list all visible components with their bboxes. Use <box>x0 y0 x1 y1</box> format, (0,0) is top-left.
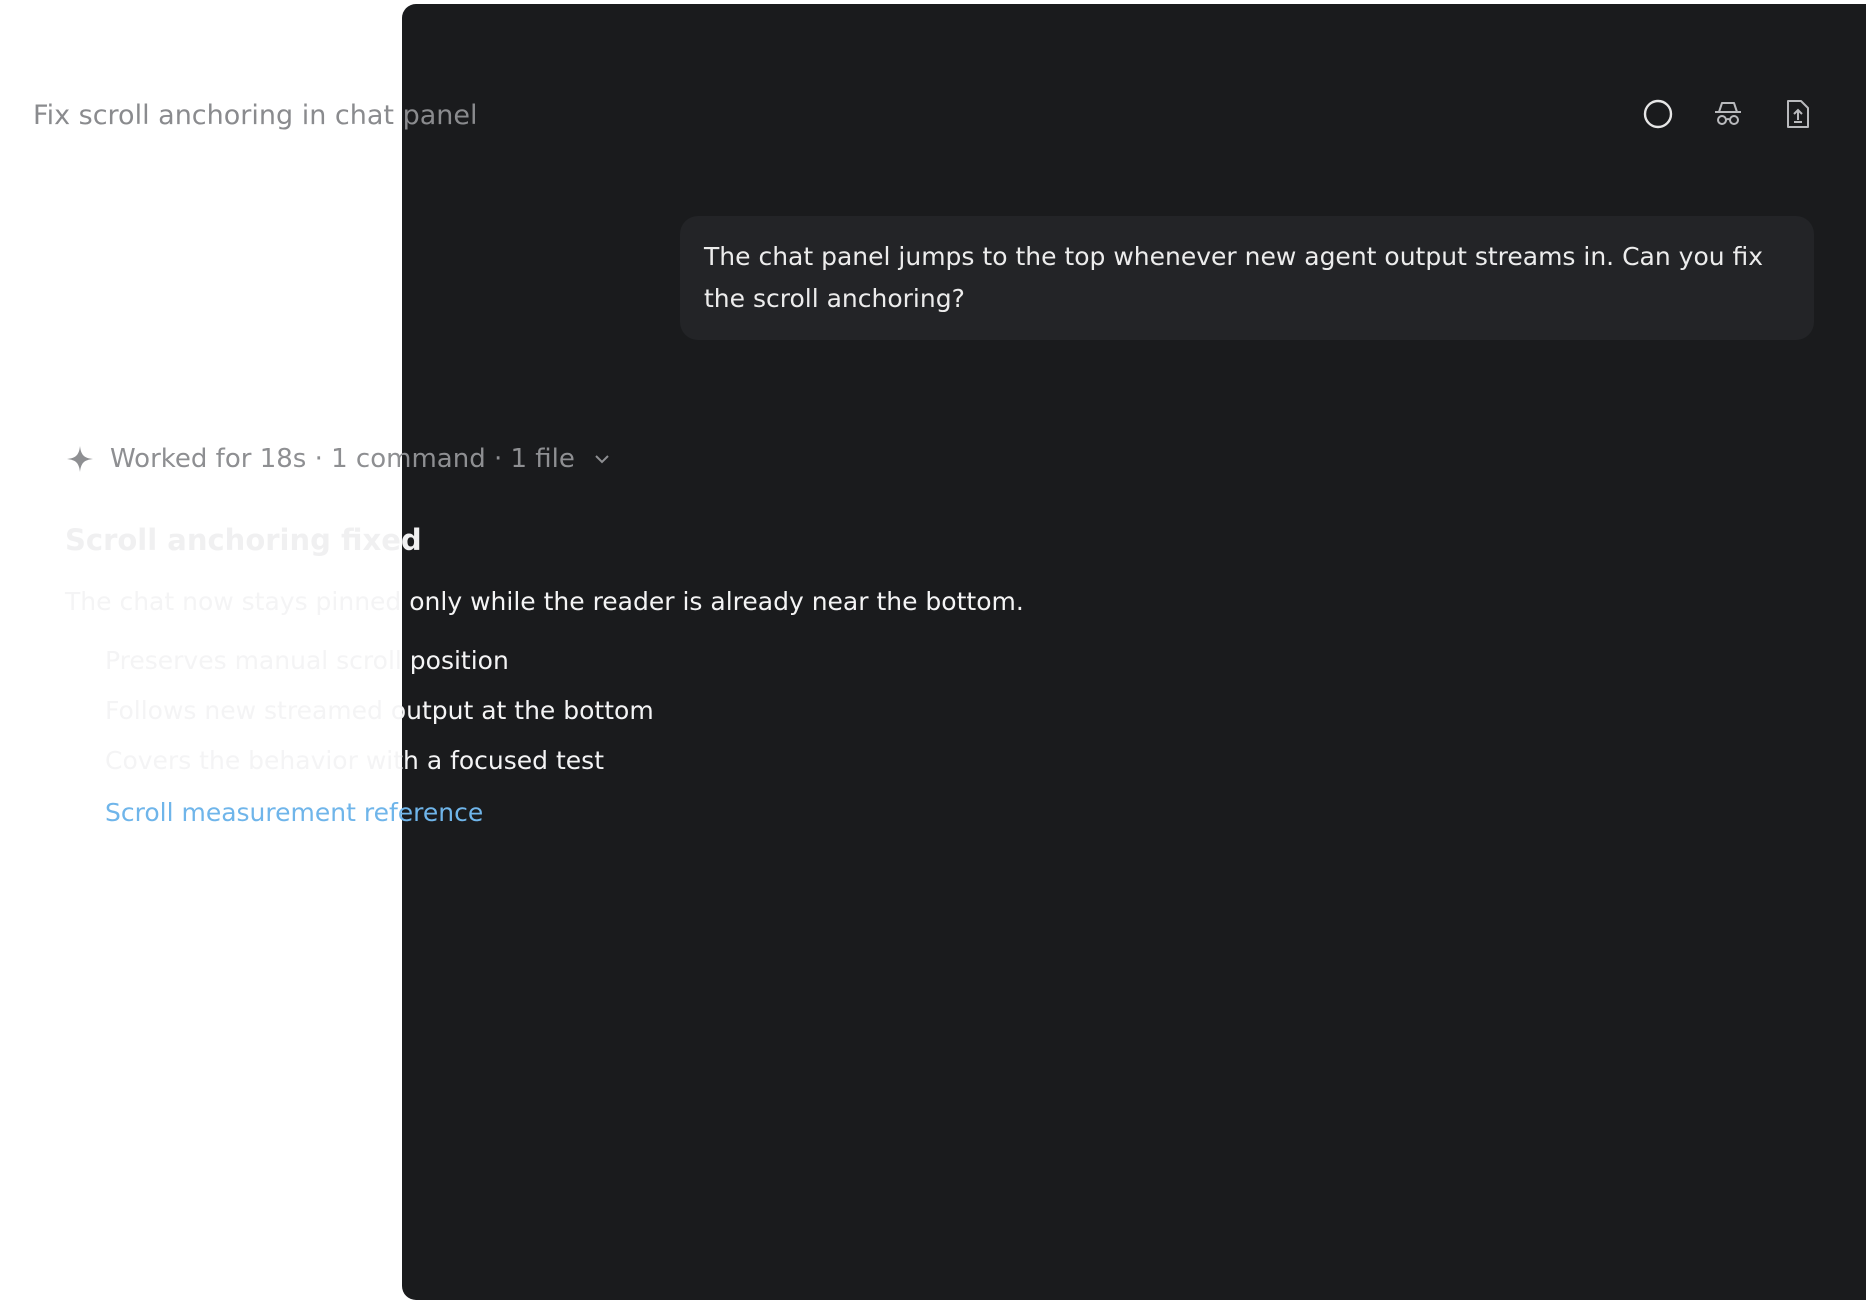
circle-icon <box>1643 99 1673 129</box>
worked-label: Worked for 18s · 1 command · 1 file <box>110 444 575 474</box>
sparkle-icon <box>67 446 93 472</box>
summary-heading: Scroll anchoring fixed <box>65 523 422 557</box>
list-item: Follows new streamed output at the botto… <box>105 696 654 725</box>
list-item: Covers the behavior with a focused test <box>105 746 604 775</box>
page-title: Fix scroll anchoring in chat panel <box>33 100 478 131</box>
upload-file-button[interactable] <box>1780 96 1816 132</box>
file-upload-icon <box>1787 100 1809 128</box>
header-actions <box>1640 96 1816 132</box>
worked-summary-toggle[interactable]: Worked for 18s · 1 command · 1 file <box>66 444 613 474</box>
app-window: Fix scroll anchoring in chat panel The c… <box>0 0 1866 1304</box>
chat-content: Fix scroll anchoring in chat panel The c… <box>0 0 1866 1304</box>
status-button[interactable] <box>1640 96 1676 132</box>
summary-text: The chat now stays pinned only while the… <box>65 587 1024 616</box>
incognito-icon <box>1715 102 1741 125</box>
incognito-button[interactable] <box>1710 96 1746 132</box>
user-message-text: The chat panel jumps to the top whenever… <box>704 242 1764 313</box>
summary-bullet-list: Preserves manual scroll position Follows… <box>105 646 654 796</box>
scroll-reference-link[interactable]: Scroll measurement reference <box>105 798 483 827</box>
list-item: Preserves manual scroll position <box>105 646 509 675</box>
user-message-bubble: The chat panel jumps to the top whenever… <box>680 216 1814 340</box>
chevron-down-icon <box>595 455 609 464</box>
